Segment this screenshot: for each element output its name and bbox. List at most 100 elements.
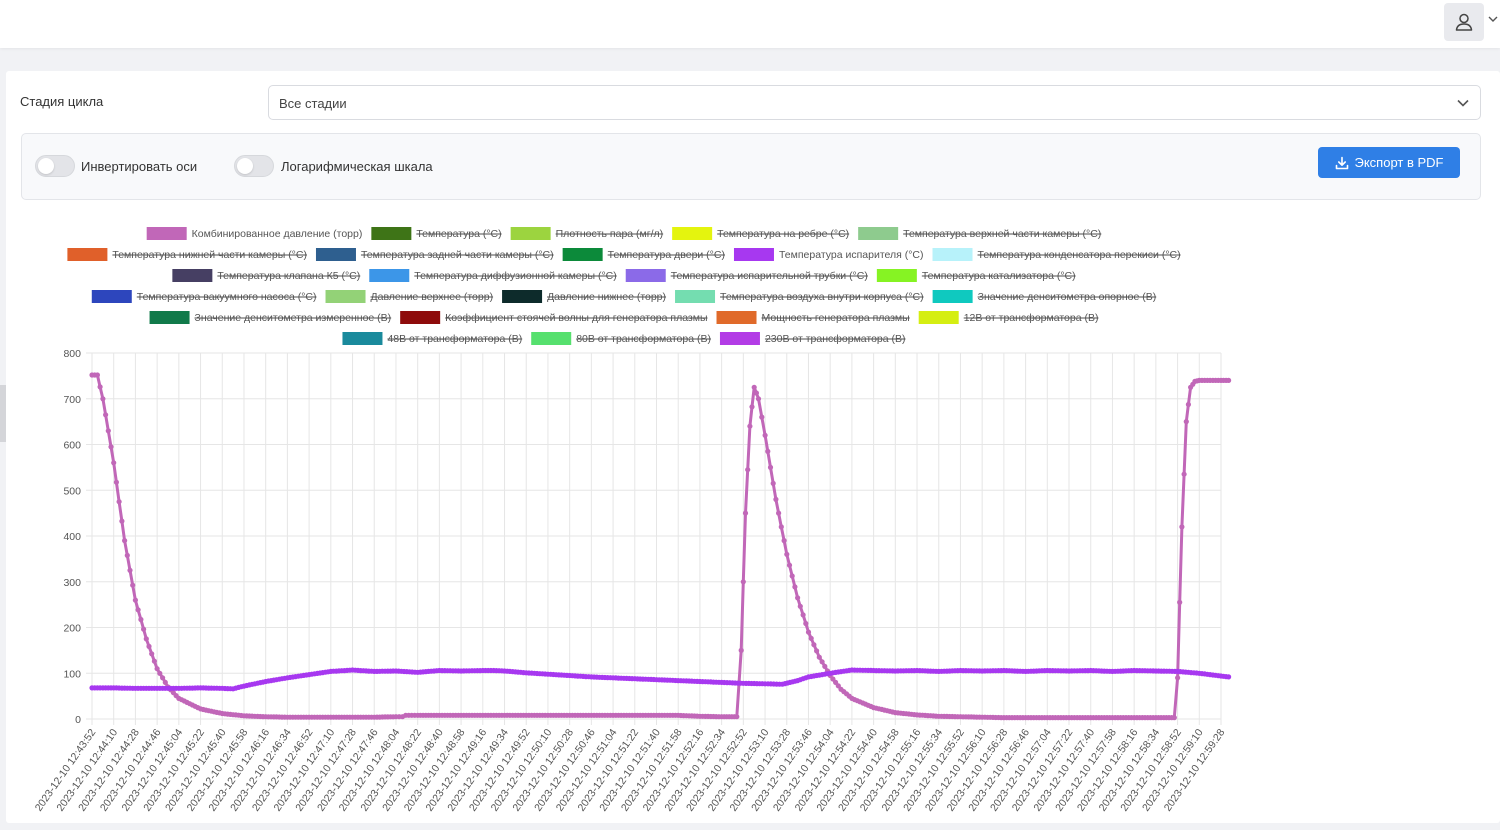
- data-point[interactable]: [803, 620, 809, 627]
- legend-item[interactable]: 80В от трансформатора (В): [531, 332, 711, 345]
- legend-item[interactable]: Температура катализатора (°С): [876, 269, 1076, 282]
- data-point[interactable]: [767, 464, 774, 470]
- data-point[interactable]: [1177, 599, 1183, 605]
- legend-item[interactable]: 12В от трансформатора (В): [918, 311, 1099, 324]
- data-point[interactable]: [135, 607, 141, 613]
- data-point[interactable]: [119, 518, 125, 524]
- data-point[interactable]: [132, 597, 138, 603]
- data-point[interactable]: [100, 396, 106, 402]
- data-point[interactable]: [734, 714, 740, 720]
- data-point[interactable]: [808, 635, 814, 641]
- data-point[interactable]: [116, 499, 122, 505]
- data-point[interactable]: [122, 538, 128, 544]
- data-point[interactable]: [105, 428, 111, 434]
- data-point[interactable]: [805, 629, 812, 635]
- legend-item[interactable]: Температура вакуумного насоса (°С): [91, 290, 317, 303]
- legend-item[interactable]: Плотность пара (мг/л): [510, 227, 664, 240]
- data-point[interactable]: [124, 552, 130, 558]
- data-point[interactable]: [759, 414, 765, 420]
- legend-item[interactable]: Температура задней части камеры (°С): [315, 248, 554, 261]
- data-point[interactable]: [108, 444, 114, 450]
- data-point[interactable]: [160, 675, 166, 681]
- log-scale-toggle[interactable]: [234, 155, 274, 177]
- data-point[interactable]: [762, 432, 768, 438]
- legend-item[interactable]: Температура испарительной трубки (°С): [625, 269, 868, 282]
- data-point[interactable]: [795, 595, 801, 601]
- data-point[interactable]: [103, 412, 109, 418]
- data-point[interactable]: [819, 659, 825, 665]
- data-point[interactable]: [94, 372, 100, 378]
- data-point[interactable]: [97, 384, 103, 390]
- data-point[interactable]: [792, 584, 798, 590]
- data-point[interactable]: [154, 666, 160, 672]
- data-point[interactable]: [740, 579, 746, 585]
- data-point[interactable]: [113, 479, 119, 485]
- legend-item[interactable]: Температура двери (°С): [562, 248, 725, 261]
- data-point[interactable]: [776, 510, 782, 516]
- data-point[interactable]: [749, 404, 755, 410]
- data-point[interactable]: [755, 396, 762, 402]
- data-point[interactable]: [162, 679, 168, 685]
- data-point[interactable]: [751, 384, 757, 390]
- data-point[interactable]: [786, 562, 793, 568]
- legend-item[interactable]: Значение денситометра опорное (В): [932, 290, 1157, 303]
- legend-item[interactable]: Мощность генератора плазмы: [716, 311, 910, 324]
- legend-item[interactable]: 48В от трансформатора (В): [342, 332, 522, 345]
- data-point[interactable]: [784, 551, 790, 557]
- export-pdf-button[interactable]: Экспорт в PDF: [1318, 147, 1460, 178]
- data-point[interactable]: [141, 626, 147, 632]
- data-point[interactable]: [149, 651, 155, 657]
- data-point[interactable]: [765, 448, 771, 454]
- legend-item[interactable]: Комбинированное давление (торр): [146, 227, 363, 240]
- legend-item[interactable]: Давление верхнее (торр): [325, 290, 494, 303]
- data-point[interactable]: [778, 524, 784, 530]
- data-point[interactable]: [747, 423, 753, 429]
- data-point[interactable]: [816, 654, 822, 660]
- chevron-down-icon[interactable]: [1487, 12, 1499, 26]
- data-point[interactable]: [745, 467, 751, 473]
- data-point[interactable]: [146, 643, 152, 649]
- data-point[interactable]: [1171, 715, 1177, 721]
- data-point[interactable]: [127, 567, 133, 573]
- data-point[interactable]: [1226, 377, 1232, 383]
- data-point[interactable]: [789, 573, 795, 579]
- legend-item[interactable]: Температура нижней части камеры (°С): [67, 248, 307, 261]
- legend-item[interactable]: Давление нижнее (торр): [502, 290, 666, 303]
- data-point[interactable]: [1179, 524, 1185, 530]
- data-point[interactable]: [111, 460, 117, 466]
- data-point[interactable]: [770, 480, 776, 486]
- legend-item[interactable]: Температура верхней части камеры (°С): [858, 227, 1101, 240]
- data-point[interactable]: [753, 390, 760, 396]
- data-point[interactable]: [800, 612, 806, 618]
- data-point[interactable]: [797, 603, 803, 609]
- data-point[interactable]: [1185, 401, 1191, 408]
- legend-item[interactable]: Температура (°С): [371, 227, 502, 240]
- data-point[interactable]: [143, 636, 149, 642]
- data-point[interactable]: [781, 538, 787, 544]
- data-point[interactable]: [738, 647, 744, 653]
- data-point[interactable]: [1175, 675, 1181, 681]
- data-point[interactable]: [157, 670, 163, 676]
- invert-axes-toggle[interactable]: [35, 155, 75, 177]
- data-point[interactable]: [814, 648, 820, 654]
- data-point[interactable]: [151, 658, 157, 664]
- data-point[interactable]: [130, 582, 136, 588]
- stage-select[interactable]: Все стадии: [268, 85, 1481, 120]
- legend-item[interactable]: Температура воздуха внутри корпуса (°С): [675, 290, 924, 303]
- legend-item[interactable]: Температура диффузионной камеры (°С): [369, 269, 617, 282]
- data-point[interactable]: [773, 496, 779, 502]
- data-point[interactable]: [822, 663, 828, 669]
- legend-item[interactable]: Температура испарителя (°С): [733, 248, 924, 261]
- data-point[interactable]: [138, 616, 144, 623]
- legend-item[interactable]: Коэффициент стоячей волны для генератора…: [400, 311, 708, 324]
- user-menu-button[interactable]: [1444, 3, 1484, 41]
- legend-item[interactable]: Температура на ребре (°С): [672, 227, 849, 240]
- data-point[interactable]: [1183, 419, 1189, 425]
- legend-item[interactable]: Температура клапана К5 (°С): [172, 269, 360, 282]
- legend-item[interactable]: Температура конденсатора перекиси (°С): [932, 248, 1181, 261]
- data-point[interactable]: [742, 510, 749, 516]
- data-point[interactable]: [1181, 471, 1187, 477]
- legend-item[interactable]: 230В от трансформатора (В): [719, 332, 906, 345]
- data-point[interactable]: [1226, 674, 1232, 680]
- data-point[interactable]: [811, 642, 817, 648]
